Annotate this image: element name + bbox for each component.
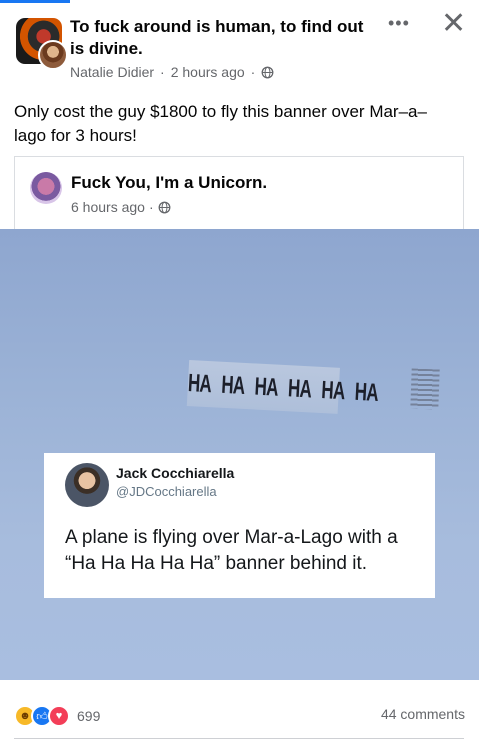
love-icon: ♥ <box>48 705 70 727</box>
separator-dot: · <box>250 64 256 80</box>
more-options-icon[interactable]: ••• <box>388 13 410 34</box>
post-timestamp[interactable]: 2 hours ago <box>171 64 245 80</box>
author-name[interactable]: Natalie Didier <box>70 64 154 80</box>
separator-dot: · <box>148 199 154 215</box>
banner-tail <box>410 368 440 410</box>
comment-count[interactable]: 44 comments <box>381 706 465 722</box>
tweet-screenshot: Jack Cocchiarella @JDCocchiarella A plan… <box>44 453 435 598</box>
shared-post-meta: 6 hours ago · <box>71 199 171 215</box>
close-icon[interactable]: ✕ <box>441 6 466 41</box>
author-avatar[interactable] <box>38 40 68 70</box>
reaction-summary[interactable]: ☻ 👍︎ ♥ 699 <box>14 705 100 727</box>
tweet-avatar <box>65 463 109 507</box>
footer-divider <box>14 738 464 739</box>
post-avatar[interactable] <box>16 18 68 70</box>
post-text: Only cost the guy $1800 to fly this bann… <box>14 102 427 145</box>
top-accent-bar <box>0 0 70 3</box>
aerial-banner: HA HA HA HA HA HA <box>186 360 379 414</box>
tweet-text: A plane is flying over Mar-a-Lago with a… <box>65 527 398 574</box>
tweet-author-name: Jack Cocchiarella <box>116 465 235 481</box>
shared-post-timestamp[interactable]: 6 hours ago <box>71 199 145 215</box>
post-photo[interactable]: HA HA HA HA HA HA Jack Cocchiarella @JDC… <box>0 229 479 680</box>
shared-page-avatar[interactable] <box>30 172 62 204</box>
reaction-count[interactable]: 699 <box>77 708 100 724</box>
globe-icon <box>261 66 274 78</box>
tweet-author-handle: @JDCocchiarella <box>116 484 217 499</box>
shared-page-name[interactable]: Fuck You, I'm a Unicorn. <box>71 173 267 193</box>
post-title[interactable]: To fuck around is human, to find out is … <box>70 16 380 60</box>
separator-dot: · <box>160 64 165 80</box>
globe-icon <box>158 201 171 213</box>
post-meta: Natalie Didier · 2 hours ago · <box>70 64 274 80</box>
